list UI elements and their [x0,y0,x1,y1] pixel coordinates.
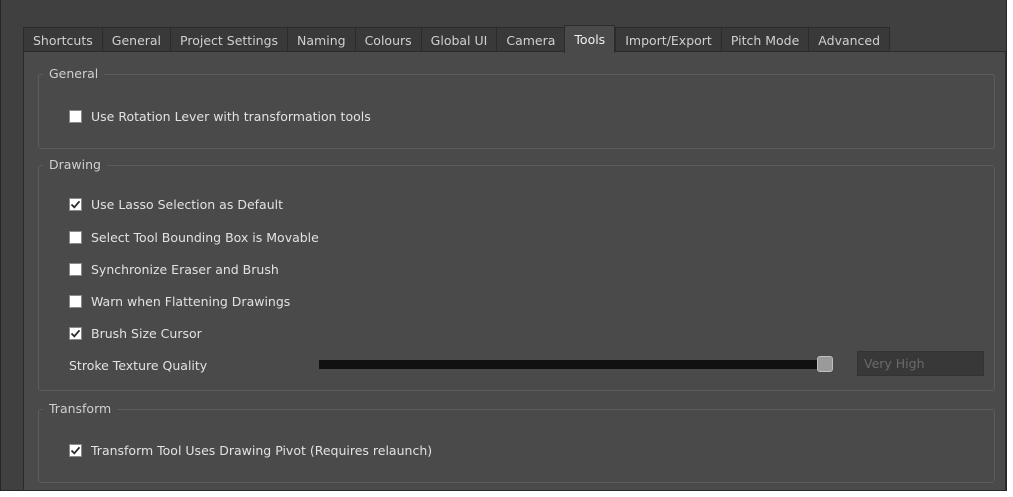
use-lasso-selection-checkbox[interactable] [69,198,82,211]
general-group: General Use Rotation Lever with transfor… [38,66,995,149]
transform-group-title: Transform [43,401,118,417]
use-lasso-selection-option[interactable]: Use Lasso Selection as Default [69,197,283,212]
tab-camera[interactable]: Camera [496,27,565,52]
drawing-group-title: Drawing [43,157,107,173]
transform-drawing-pivot-option[interactable]: Transform Tool Uses Drawing Pivot (Requi… [69,443,432,458]
tab-colours[interactable]: Colours [354,27,421,52]
bounding-box-movable-checkbox[interactable] [69,231,82,244]
use-rotation-lever-option[interactable]: Use Rotation Lever with transformation t… [69,109,371,124]
tab-pitch-mode[interactable]: Pitch Mode [720,27,809,52]
transform-drawing-pivot-label: Transform Tool Uses Drawing Pivot (Requi… [91,443,433,458]
tab-general[interactable]: General [101,27,171,52]
tab-tools[interactable]: Tools [564,25,616,53]
brush-size-cursor-label: Brush Size Cursor [91,326,202,341]
tools-pane: General Use Rotation Lever with transfor… [23,51,1006,491]
checkmark-icon [70,329,81,338]
drawing-group: Drawing Use Lasso Selection as Default S… [38,157,995,391]
tab-naming[interactable]: Naming [287,27,355,52]
use-lasso-selection-label: Use Lasso Selection as Default [91,197,283,212]
sync-eraser-brush-label: Synchronize Eraser and Brush [91,262,279,277]
tab-advanced[interactable]: Advanced [808,27,891,52]
bounding-box-movable-label: Select Tool Bounding Box is Movable [91,230,319,245]
preferences-window: Shortcuts General Project Settings Namin… [0,0,1007,491]
use-rotation-lever-checkbox[interactable] [69,110,82,123]
warn-flattening-label: Warn when Flattening Drawings [91,294,291,309]
brush-size-cursor-option[interactable]: Brush Size Cursor [69,326,202,341]
bounding-box-movable-option[interactable]: Select Tool Bounding Box is Movable [69,230,319,245]
general-group-title: General [43,66,105,82]
sync-eraser-brush-checkbox[interactable] [69,263,82,276]
tab-project-settings[interactable]: Project Settings [170,27,288,52]
checkmark-icon [70,200,81,209]
use-rotation-lever-label: Use Rotation Lever with transformation t… [91,109,371,124]
stroke-texture-quality-label: Stroke Texture Quality [69,358,208,373]
tab-bar: Shortcuts General Project Settings Namin… [23,25,891,53]
stroke-texture-quality-slider[interactable] [319,356,833,372]
checkmark-icon [70,446,81,455]
stroke-texture-quality-field: Very High [857,351,984,376]
tab-import-export[interactable]: Import/Export [615,27,721,52]
transform-drawing-pivot-checkbox[interactable] [69,444,82,457]
tab-global-ui[interactable]: Global UI [420,27,497,52]
tab-shortcuts[interactable]: Shortcuts [23,27,102,52]
slider-handle[interactable] [817,356,833,372]
sync-eraser-brush-option[interactable]: Synchronize Eraser and Brush [69,262,279,277]
transform-group: Transform Transform Tool Uses Drawing Pi… [38,401,995,483]
warn-flattening-checkbox[interactable] [69,295,82,308]
brush-size-cursor-checkbox[interactable] [69,327,82,340]
warn-flattening-option[interactable]: Warn when Flattening Drawings [69,294,290,309]
